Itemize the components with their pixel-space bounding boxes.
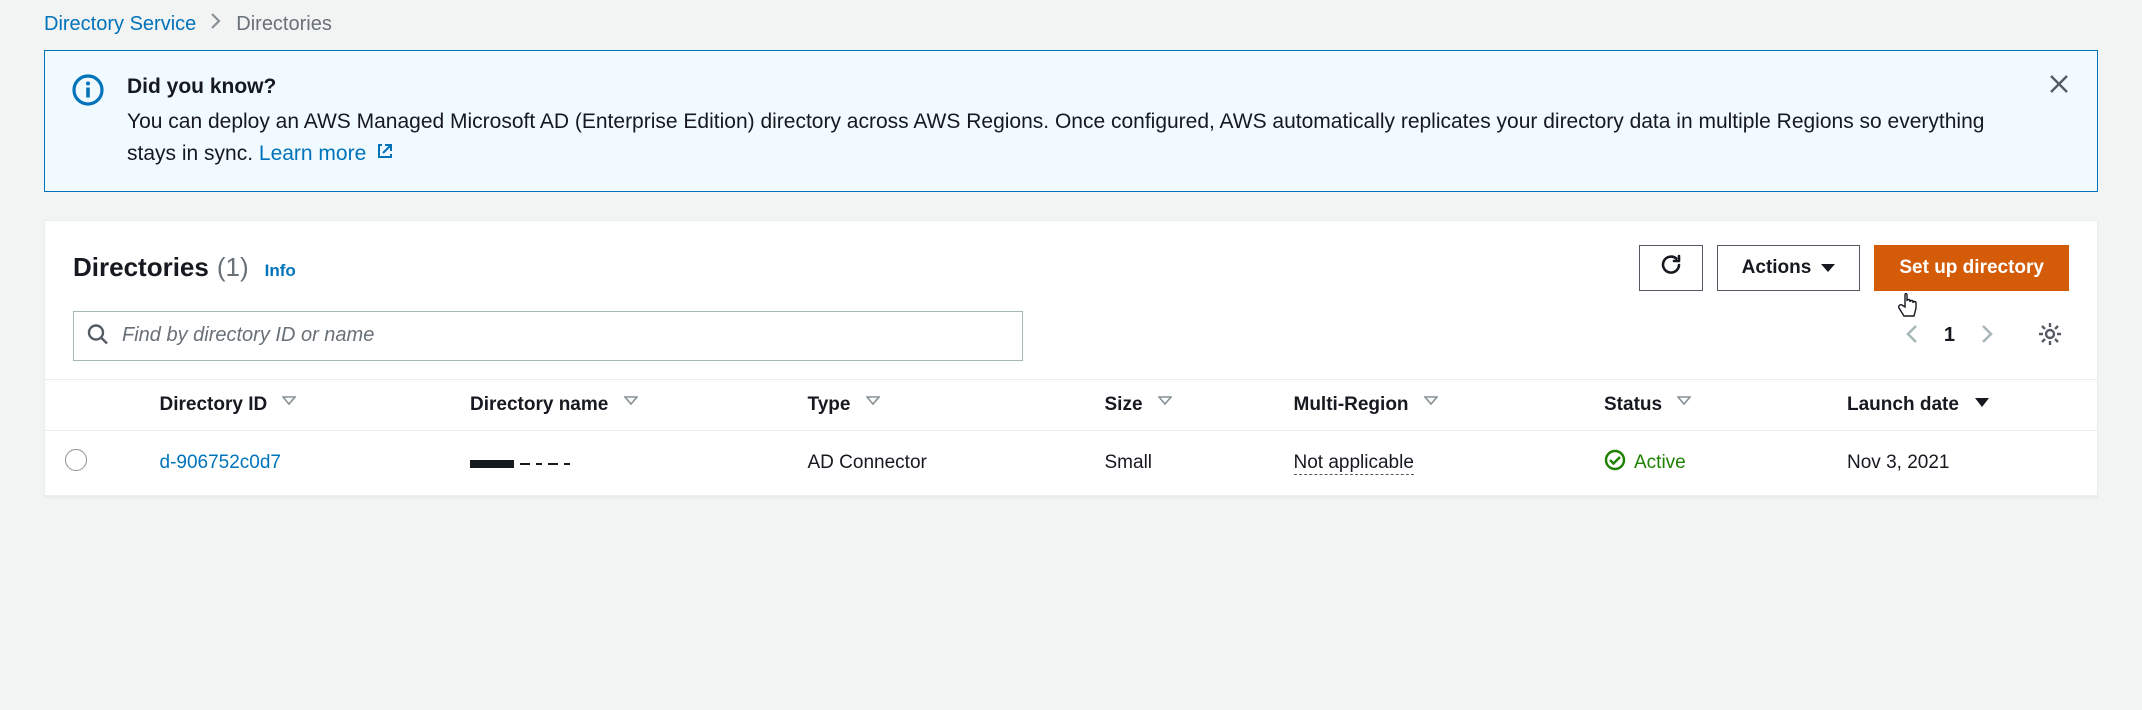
- column-label: Launch date: [1847, 394, 1959, 415]
- setup-directory-button[interactable]: Set up directory: [1874, 245, 2069, 291]
- page-prev-button[interactable]: [1898, 316, 1926, 355]
- banner-title: Did you know?: [127, 71, 2013, 104]
- column-multi-region[interactable]: Multi-Region: [1274, 379, 1585, 430]
- actions-dropdown-button[interactable]: Actions: [1717, 245, 1861, 291]
- cell-type: AD Connector: [788, 430, 1085, 495]
- cell-status: Active: [1584, 430, 1827, 495]
- refresh-button[interactable]: [1639, 245, 1703, 291]
- chevron-right-icon: [1979, 334, 1995, 349]
- column-select: [45, 379, 140, 430]
- directories-table: Directory ID Directory name Type: [45, 379, 2097, 496]
- panel-title: Directories (1) Info: [73, 252, 296, 283]
- info-icon: [69, 71, 107, 109]
- column-label: Directory ID: [160, 394, 268, 415]
- banner-body: You can deploy an AWS Managed Microsoft …: [127, 110, 1984, 166]
- cell-directory-name: [450, 430, 788, 495]
- chevron-right-icon: [210, 12, 222, 36]
- setup-directory-label: Set up directory: [1899, 257, 2044, 279]
- external-link-icon: [376, 142, 394, 165]
- column-label: Type: [808, 394, 851, 415]
- directory-id-link[interactable]: d-906752c0d7: [160, 452, 282, 473]
- table-row[interactable]: d-906752c0d7 AD Connector Small Not appl…: [45, 430, 2097, 495]
- column-label: Size: [1105, 394, 1143, 415]
- filter-icon: [282, 394, 296, 415]
- gear-icon: [2037, 335, 2063, 350]
- banner-body-wrap: You can deploy an AWS Managed Microsoft …: [127, 106, 2013, 171]
- column-launch-date[interactable]: Launch date: [1827, 379, 2097, 430]
- page-number: 1: [1944, 324, 1955, 347]
- column-type[interactable]: Type: [788, 379, 1085, 430]
- column-directory-id[interactable]: Directory ID: [140, 379, 451, 430]
- search-input[interactable]: [73, 311, 1023, 361]
- directories-panel: Directories (1) Info Actions Set up dire…: [44, 220, 2098, 497]
- close-banner-button[interactable]: [2043, 69, 2075, 101]
- column-directory-name[interactable]: Directory name: [450, 379, 788, 430]
- filter-icon: [866, 394, 880, 415]
- panel-count: (1): [217, 252, 249, 283]
- breadcrumb: Directory Service Directories: [0, 0, 2142, 50]
- table-settings-button[interactable]: [2031, 315, 2069, 356]
- learn-more-link[interactable]: Learn more: [259, 142, 394, 165]
- page-next-button[interactable]: [1973, 316, 2001, 355]
- filter-icon: [1158, 394, 1172, 415]
- status-ok-icon: [1604, 449, 1626, 477]
- learn-more-label: Learn more: [259, 142, 366, 165]
- column-label: Multi-Region: [1294, 394, 1409, 415]
- search-icon: [87, 323, 109, 348]
- row-select-radio[interactable]: [65, 449, 87, 471]
- breadcrumb-root-link[interactable]: Directory Service: [44, 13, 196, 36]
- sort-desc-icon: [1974, 394, 1990, 415]
- filter-icon: [624, 394, 638, 415]
- search-wrap: [73, 311, 1023, 361]
- pagination: 1: [1898, 315, 2069, 356]
- cell-launch-date: Nov 3, 2021: [1827, 430, 2097, 495]
- cell-multi-region: Not applicable: [1274, 430, 1585, 495]
- filter-icon: [1677, 394, 1691, 415]
- panel-info-link[interactable]: Info: [265, 261, 296, 281]
- breadcrumb-current: Directories: [236, 13, 332, 36]
- redacted-name: [470, 460, 570, 468]
- actions-label: Actions: [1742, 257, 1812, 279]
- multi-region-value: Not applicable: [1294, 452, 1414, 475]
- column-status[interactable]: Status: [1584, 379, 1827, 430]
- caret-down-icon: [1821, 264, 1835, 272]
- column-label: Status: [1604, 394, 1662, 415]
- panel-tools: 1: [45, 301, 2097, 379]
- close-icon: [2048, 73, 2070, 98]
- chevron-left-icon: [1904, 334, 1920, 349]
- cell-size: Small: [1085, 430, 1274, 495]
- status-label: Active: [1634, 452, 1686, 474]
- filter-icon: [1424, 394, 1438, 415]
- column-size[interactable]: Size: [1085, 379, 1274, 430]
- panel-header: Directories (1) Info Actions Set up dire…: [45, 221, 2097, 301]
- info-banner: Did you know? You can deploy an AWS Mana…: [44, 50, 2098, 192]
- panel-actions: Actions Set up directory: [1639, 245, 2069, 291]
- panel-title-text: Directories: [73, 252, 209, 283]
- refresh-icon: [1658, 252, 1684, 284]
- column-label: Directory name: [470, 394, 608, 415]
